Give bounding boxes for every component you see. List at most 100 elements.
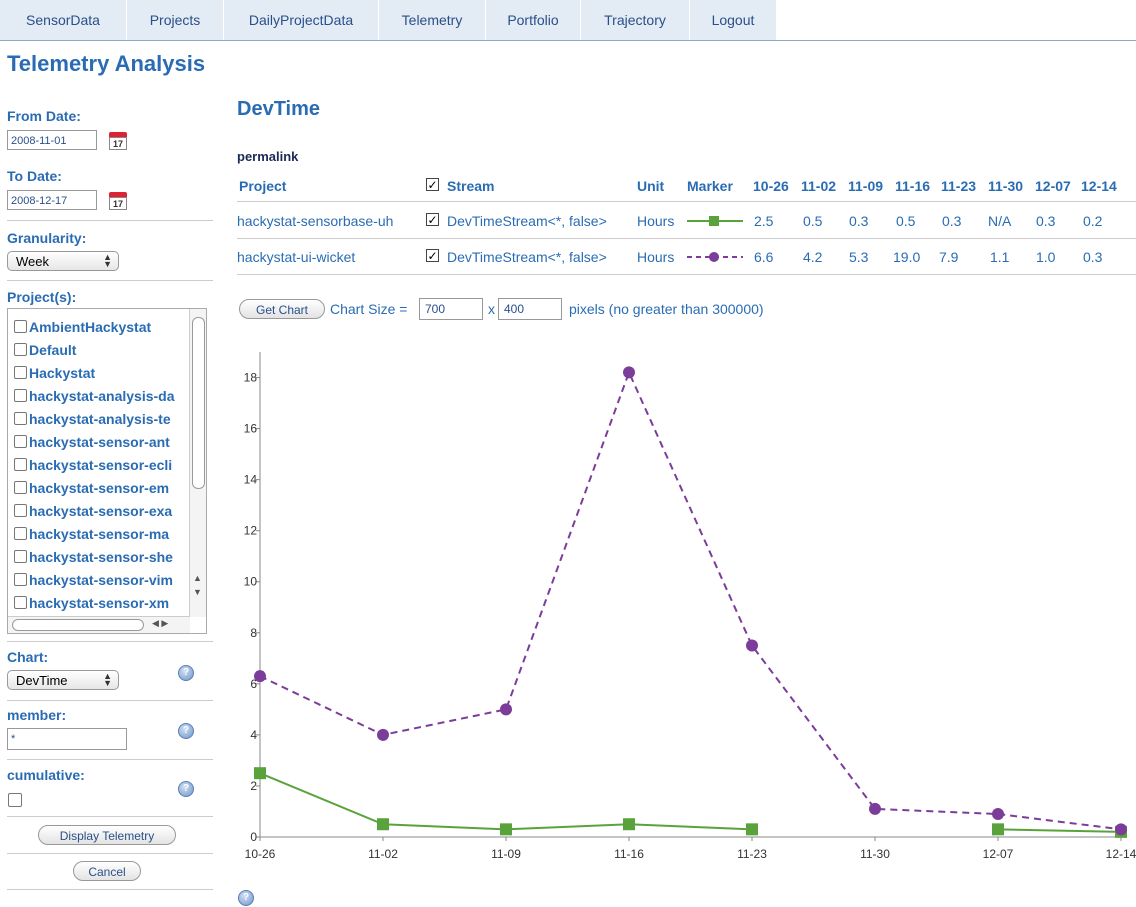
series-line xyxy=(259,369,1122,831)
x-tick-label: 11-16 xyxy=(614,847,644,861)
checkbox[interactable] xyxy=(14,366,27,379)
project-item[interactable]: hackystat-sensor-xm xyxy=(14,595,169,611)
data-point xyxy=(869,802,881,815)
tab-logout[interactable]: Logout xyxy=(690,0,776,40)
tab-telemetry[interactable]: Telemetry xyxy=(379,0,485,40)
checkbox[interactable] xyxy=(14,320,27,333)
checkbox[interactable] xyxy=(14,573,27,586)
scroll-arrows-icon[interactable]: ◀ ▶ xyxy=(152,618,168,629)
project-item[interactable]: hackystat-sensor-em xyxy=(14,480,169,496)
chart-width-input[interactable]: 700 xyxy=(419,298,483,320)
row-value: 19.0 xyxy=(893,249,921,265)
from-date-label: From Date: xyxy=(7,108,81,124)
checkbox[interactable] xyxy=(14,435,27,448)
data-point xyxy=(746,823,758,836)
header-stream-checkbox[interactable]: ✓ xyxy=(426,178,439,191)
row-value: 1.0 xyxy=(1036,249,1056,265)
checkbox[interactable] xyxy=(14,458,27,471)
help-icon[interactable]: ? xyxy=(178,781,194,797)
project-item[interactable]: hackystat-sensor-ma xyxy=(14,526,169,542)
project-item[interactable]: hackystat-sensor-ecli xyxy=(14,457,172,473)
y-tick-label: 18 xyxy=(244,371,258,385)
checkbox[interactable] xyxy=(14,389,27,402)
tab-trajectory[interactable]: Trajectory xyxy=(581,0,689,40)
cumulative-label: cumulative: xyxy=(7,767,85,783)
row-value: 2.5 xyxy=(754,213,774,229)
tab-portfolio[interactable]: Portfolio xyxy=(486,0,580,40)
y-tick-label: 12 xyxy=(244,524,258,538)
row-unit: Hours xyxy=(637,249,675,265)
data-point xyxy=(500,823,512,836)
project-list[interactable]: AmbientHackystat Default Hackystat hacky… xyxy=(7,308,207,634)
header-date: 11-02 xyxy=(801,178,837,194)
project-item[interactable]: hackystat-sensor-vim xyxy=(14,572,173,588)
devtime-line-chart: 02468101214161810-26 11-02 11-09 11-16 11-23… xyxy=(244,352,1136,861)
checkbox[interactable] xyxy=(14,596,27,609)
scroll-arrows-icon[interactable]: ▲ ▼ xyxy=(193,571,202,599)
data-point xyxy=(377,728,389,741)
divider xyxy=(7,759,213,760)
checkbox[interactable] xyxy=(14,343,27,356)
project-item[interactable]: Hackystat xyxy=(14,365,95,381)
project-item[interactable]: hackystat-analysis-te xyxy=(14,411,171,427)
help-icon[interactable]: ? xyxy=(238,890,254,906)
data-point xyxy=(623,366,635,379)
data-point xyxy=(623,818,635,831)
project-item[interactable]: Default xyxy=(14,342,76,358)
row-value: 7.9 xyxy=(939,249,959,265)
row-value: 0.5 xyxy=(803,213,823,229)
calendar-icon[interactable]: 17 xyxy=(109,132,127,150)
y-tick-label: 8 xyxy=(250,626,257,640)
row-project[interactable]: hackystat-ui-wicket xyxy=(237,249,355,265)
calendar-icon[interactable]: 17 xyxy=(109,192,127,210)
row-project[interactable]: hackystat-sensorbase-uh xyxy=(237,213,393,229)
checkbox[interactable] xyxy=(14,481,27,494)
y-tick-label: 10 xyxy=(244,575,258,589)
row-value: 0.3 xyxy=(942,213,962,229)
checkbox[interactable] xyxy=(14,504,27,517)
divider xyxy=(7,889,213,890)
help-icon[interactable]: ? xyxy=(178,723,194,739)
data-point xyxy=(377,818,389,831)
granularity-label: Granularity: xyxy=(7,230,87,246)
series-line xyxy=(259,772,753,831)
divider xyxy=(7,641,213,642)
chart-height-input[interactable]: 400 xyxy=(498,298,562,320)
granularity-select[interactable]: Week ▲ ▼ xyxy=(7,251,119,271)
tab-sensordata[interactable]: SensorData xyxy=(0,0,126,40)
project-item[interactable]: hackystat-analysis-da xyxy=(14,388,175,404)
member-input[interactable]: * xyxy=(7,728,127,750)
project-item[interactable]: hackystat-sensor-she xyxy=(14,549,173,565)
from-date-input[interactable]: 2008-11-01 xyxy=(7,130,97,150)
data-point xyxy=(1115,823,1127,836)
get-chart-button[interactable]: Get Chart xyxy=(239,299,325,319)
projects-label: Project(s): xyxy=(7,289,77,305)
data-point xyxy=(254,670,266,683)
row-divider xyxy=(237,238,1136,239)
to-date-input[interactable]: 2008-12-17 xyxy=(7,190,97,210)
cancel-button[interactable]: Cancel xyxy=(73,861,141,881)
scroll-thumb[interactable] xyxy=(192,317,205,489)
horizontal-scrollbar[interactable]: ◀ ▶ xyxy=(8,616,190,633)
tab-projects[interactable]: Projects xyxy=(127,0,223,40)
vertical-scrollbar[interactable]: ▲ ▼ xyxy=(189,309,206,617)
header-date: 11-30 xyxy=(988,178,1024,194)
y-tick-label: 0 xyxy=(250,830,257,844)
chart-select[interactable]: DevTime ▲ ▼ xyxy=(7,670,119,690)
tab-dailyprojectdata[interactable]: DailyProjectData xyxy=(224,0,378,40)
header-date: 11-09 xyxy=(848,178,884,194)
checkbox[interactable] xyxy=(14,527,27,540)
row-checkbox[interactable]: ✓ xyxy=(426,213,439,226)
checkbox[interactable] xyxy=(14,412,27,425)
checkbox[interactable] xyxy=(14,550,27,563)
display-telemetry-button[interactable]: Display Telemetry xyxy=(38,825,176,845)
scroll-thumb[interactable] xyxy=(12,619,144,631)
row-checkbox[interactable]: ✓ xyxy=(426,249,439,262)
project-item[interactable]: AmbientHackystat xyxy=(14,319,151,335)
help-icon[interactable]: ? xyxy=(178,665,194,681)
permalink-link[interactable]: permalink xyxy=(237,149,298,164)
project-item[interactable]: hackystat-sensor-ant xyxy=(14,434,170,450)
project-item[interactable]: hackystat-sensor-exa xyxy=(14,503,172,519)
cumulative-checkbox[interactable] xyxy=(8,793,22,807)
x-tick-label: 11-30 xyxy=(860,847,890,861)
